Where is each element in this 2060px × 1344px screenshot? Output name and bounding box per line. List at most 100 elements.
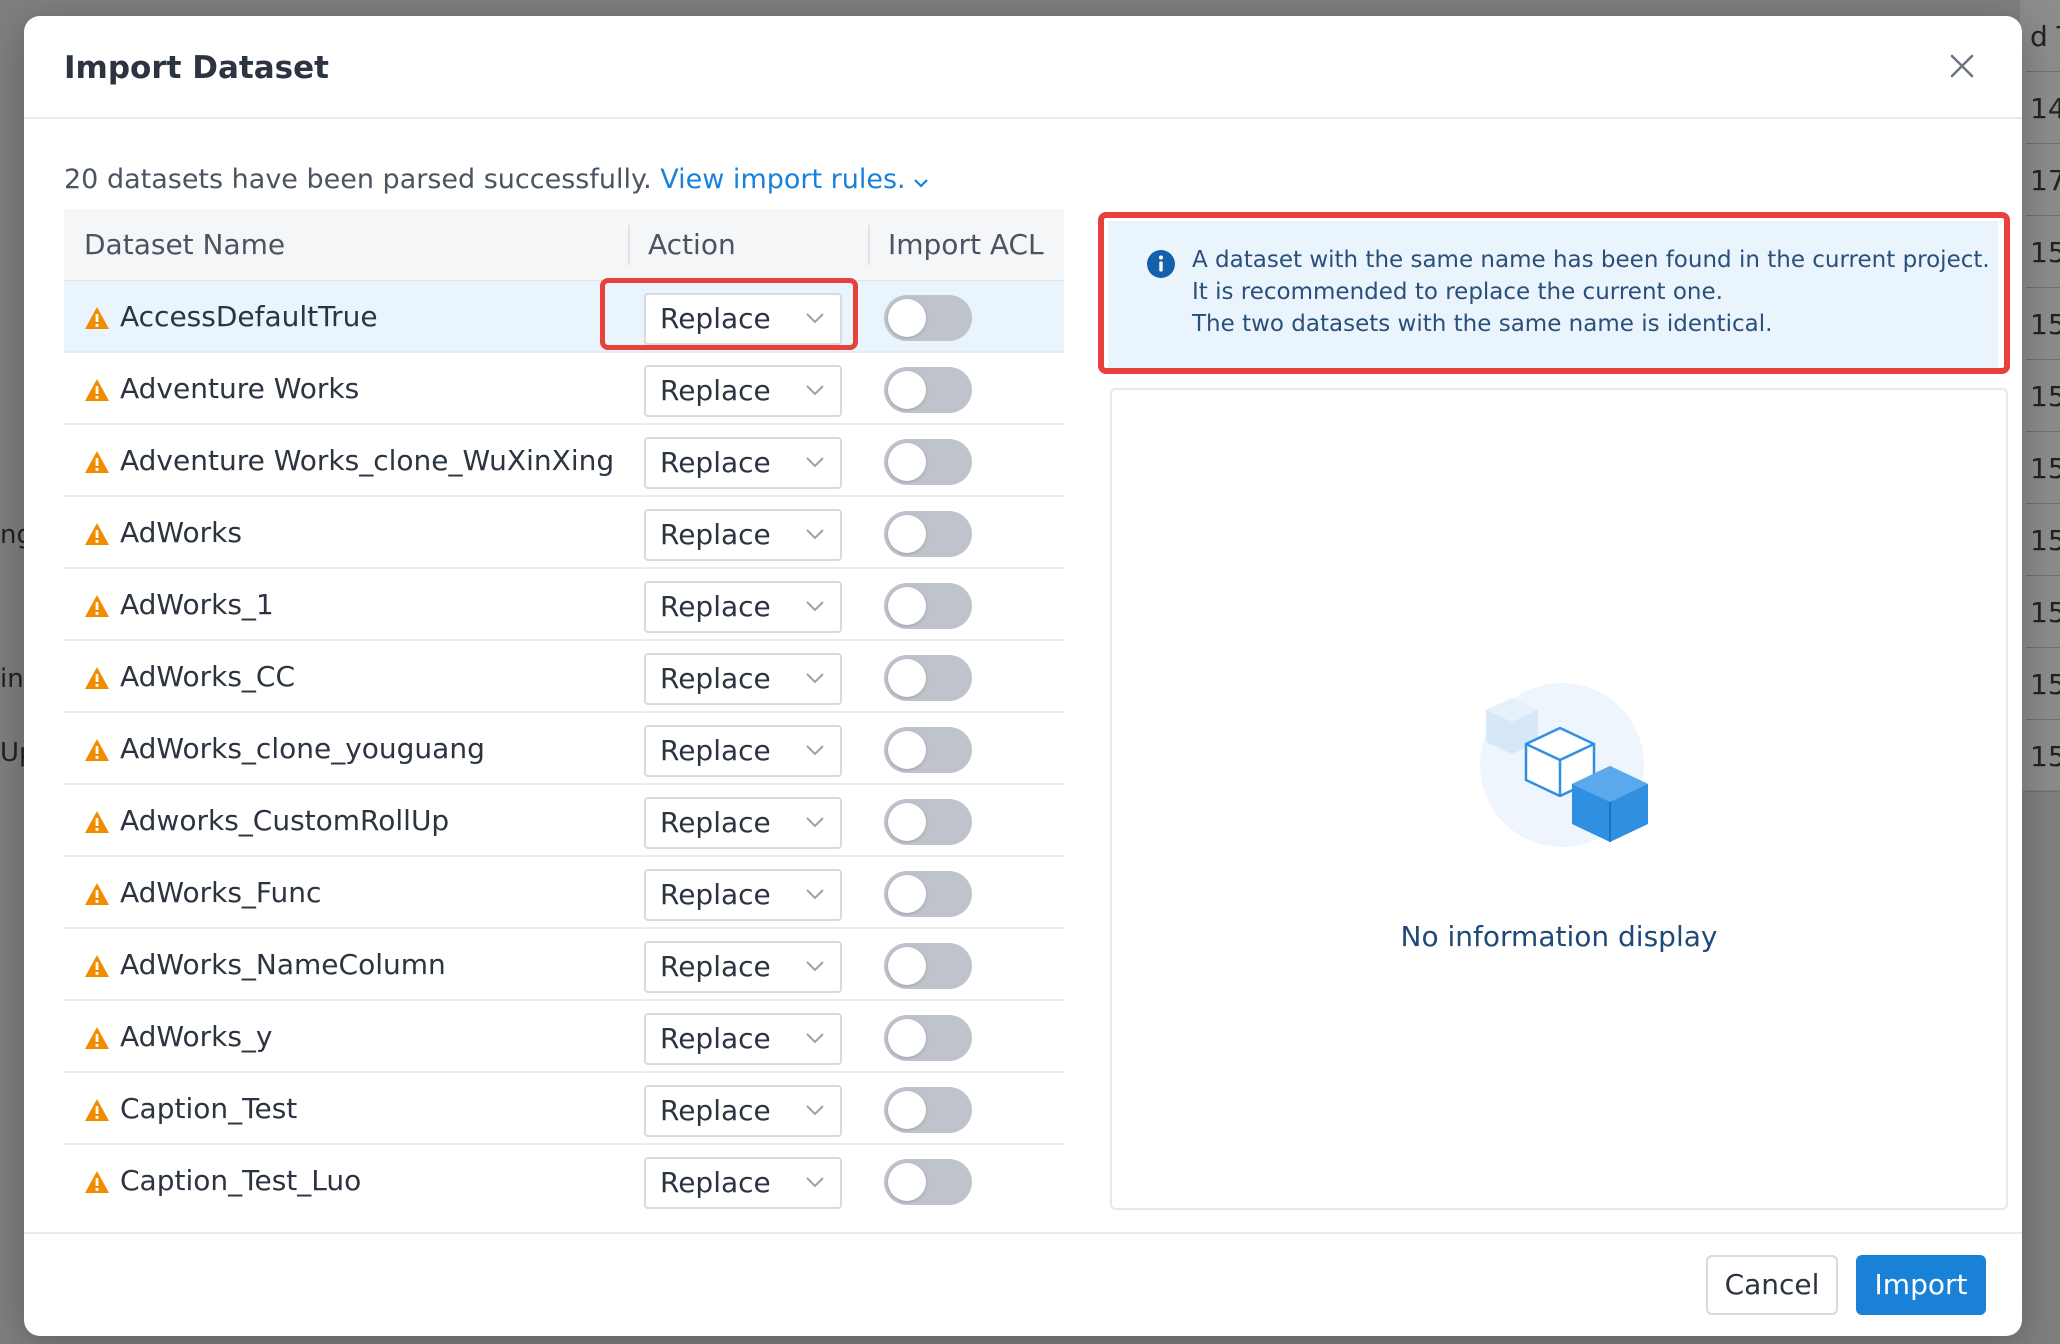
action-select[interactable]: Replace: [644, 365, 842, 417]
background-cell: 15: [2026, 504, 2060, 576]
cancel-button[interactable]: Cancel: [1706, 1255, 1838, 1315]
alert-line: A dataset with the same name has been fo…: [1192, 247, 1990, 273]
import-dataset-dialog: Import Dataset 20 datasets have been par…: [24, 16, 2022, 1336]
background-cell: d T: [2026, 0, 2060, 72]
action-select[interactable]: Replace: [644, 797, 842, 849]
import-acl-toggle[interactable]: [884, 655, 972, 701]
import-acl-toggle[interactable]: [884, 1087, 972, 1133]
empty-boxes-icon: [1480, 683, 1648, 847]
alert-line: It is recommended to replace the current…: [1192, 279, 1723, 305]
action-select[interactable]: Replace: [644, 437, 842, 489]
table-row[interactable]: Adworks_CustomRollUp Replace: [64, 785, 1064, 857]
action-select[interactable]: Replace: [644, 509, 842, 561]
background-cell: 14: [2026, 72, 2060, 144]
dataset-name: Adventure Works_clone_WuXinXing: [120, 444, 615, 477]
action-select[interactable]: Replace: [644, 1013, 842, 1065]
table-row[interactable]: AdWorks_CC Replace: [64, 641, 1064, 713]
import-button[interactable]: Import: [1856, 1255, 1986, 1315]
action-select[interactable]: Replace: [644, 869, 842, 921]
warning-icon: [85, 1171, 109, 1193]
action-select-value: Replace: [660, 878, 771, 911]
chevron-down-icon: [806, 1105, 824, 1116]
action-select[interactable]: Replace: [644, 653, 842, 705]
table-row[interactable]: AdWorks_y Replace: [64, 1001, 1064, 1073]
summary-text: 20 datasets have been parsed successfull…: [64, 164, 661, 195]
import-acl-toggle[interactable]: [884, 871, 972, 917]
dataset-table: Dataset Name Action Import ACL AccessDef…: [64, 209, 1064, 1211]
dialog-footer: Cancel Import: [24, 1232, 2022, 1336]
toggle-knob: [888, 1163, 926, 1201]
table-row[interactable]: Caption_Test Replace: [64, 1073, 1064, 1145]
empty-state-text: No information display: [1400, 920, 1718, 953]
view-import-rules-link[interactable]: View import rules.: [660, 164, 929, 195]
chevron-down-icon: [806, 457, 824, 468]
action-select[interactable]: Replace: [644, 941, 842, 993]
toggle-knob: [888, 299, 926, 337]
table-row[interactable]: AdWorks_NameColumn Replace: [64, 929, 1064, 1001]
dataset-name: AdWorks: [120, 516, 242, 549]
table-row[interactable]: AdWorks_1 Replace: [64, 569, 1064, 641]
parse-summary: 20 datasets have been parsed successfull…: [64, 164, 930, 196]
action-select[interactable]: Replace: [644, 1157, 842, 1209]
import-acl-toggle[interactable]: [884, 943, 972, 989]
action-select-value: Replace: [660, 806, 771, 839]
table-row[interactable]: AccessDefaultTrue Replace: [64, 281, 1064, 353]
background-table-strip: d T14171515151515151515: [2020, 0, 2060, 792]
chevron-down-icon: [806, 1177, 824, 1188]
close-button[interactable]: [1942, 46, 1982, 86]
table-header: Dataset Name Action Import ACL: [64, 209, 1064, 281]
toggle-knob: [888, 731, 926, 769]
dataset-name: AdWorks_clone_youguang: [120, 732, 485, 765]
chevron-down-icon: [806, 745, 824, 756]
import-acl-toggle[interactable]: [884, 1159, 972, 1205]
action-select[interactable]: Replace: [644, 1085, 842, 1137]
toggle-knob: [888, 587, 926, 625]
chevron-down-icon: [806, 601, 824, 612]
action-select[interactable]: Replace: [644, 581, 842, 633]
info-alert: A dataset with the same name has been fo…: [1108, 221, 1998, 369]
dataset-name: Adworks_CustomRollUp: [120, 804, 450, 837]
action-select-value: Replace: [660, 1022, 771, 1055]
toggle-knob: [888, 1091, 926, 1129]
table-row[interactable]: AdWorks_clone_youguang Replace: [64, 713, 1064, 785]
chevron-down-icon: [806, 817, 824, 828]
dialog-header: Import Dataset: [24, 16, 2022, 119]
chevron-down-icon: [806, 313, 824, 324]
import-acl-toggle[interactable]: [884, 583, 972, 629]
toggle-knob: [888, 371, 926, 409]
background-cell: 15: [2026, 720, 2060, 792]
action-select[interactable]: Replace: [644, 725, 842, 777]
table-row[interactable]: Caption_Test_Luo Replace: [64, 1145, 1064, 1211]
warning-icon: [85, 883, 109, 905]
dataset-name: Adventure Works: [120, 372, 360, 405]
warning-icon: [85, 523, 109, 545]
import-acl-toggle[interactable]: [884, 727, 972, 773]
import-acl-toggle[interactable]: [884, 1015, 972, 1061]
column-header-dataset-name: Dataset Name: [84, 228, 286, 261]
import-acl-toggle[interactable]: [884, 439, 972, 485]
table-row[interactable]: Adventure Works Replace: [64, 353, 1064, 425]
background-fragment: in: [0, 664, 24, 694]
column-header-import-acl: Import ACL: [868, 209, 1064, 281]
chevron-down-icon: [806, 673, 824, 684]
table-row[interactable]: Adventure Works_clone_WuXinXing Replace: [64, 425, 1064, 497]
warning-icon: [85, 667, 109, 689]
import-acl-toggle[interactable]: [884, 799, 972, 845]
background-cell: 15: [2026, 216, 2060, 288]
action-select-value: Replace: [660, 950, 771, 983]
action-select-value: Replace: [660, 374, 771, 407]
import-acl-toggle[interactable]: [884, 367, 972, 413]
chevron-down-icon: [912, 165, 930, 196]
table-row[interactable]: AdWorks_Func Replace: [64, 857, 1064, 929]
dataset-name: AdWorks_CC: [120, 660, 296, 693]
alert-line: The two datasets with the same name is i…: [1192, 311, 1773, 337]
dataset-name: AdWorks_Func: [120, 876, 322, 909]
warning-icon: [85, 1099, 109, 1121]
background-fragment: Up: [0, 738, 24, 768]
table-row[interactable]: AdWorks Replace: [64, 497, 1064, 569]
import-acl-toggle[interactable]: [884, 511, 972, 557]
warning-icon: [85, 379, 109, 401]
table-body: AccessDefaultTrue Replace Adventure Works R…: [64, 281, 1064, 1211]
import-acl-toggle[interactable]: [884, 295, 972, 341]
action-select[interactable]: Replace: [644, 293, 842, 345]
